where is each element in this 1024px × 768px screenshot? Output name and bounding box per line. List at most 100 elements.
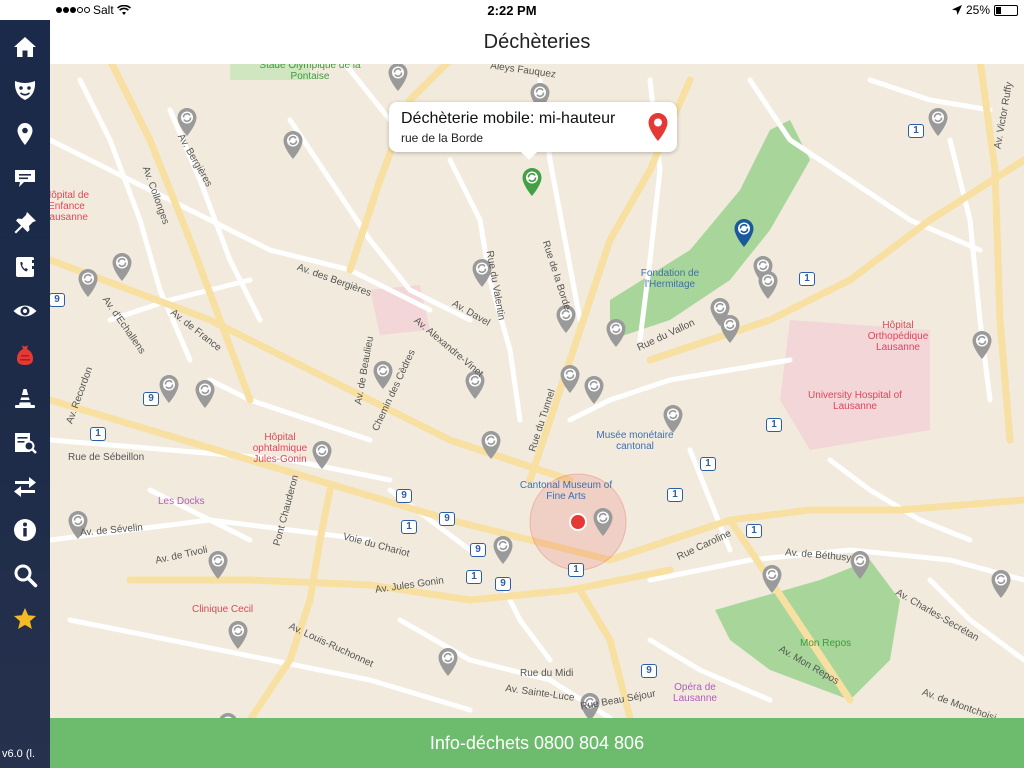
map-marker-icon [17, 123, 33, 145]
recycling-marker[interactable] [583, 375, 605, 410]
recycling-icon [228, 621, 248, 649]
recycling-marker[interactable] [719, 314, 741, 349]
poi-label-les-docks: Les Docks [158, 496, 205, 507]
bus-line-badge: 9 [50, 293, 65, 307]
document-search-icon [15, 433, 37, 454]
arrows-exchange-icon [14, 477, 36, 497]
pin-icon [14, 212, 36, 234]
recycling-marker[interactable] [849, 550, 871, 585]
recycling-icon [734, 219, 754, 247]
recycling-marker[interactable] [227, 620, 249, 655]
recycling-icon [758, 271, 778, 299]
location-arrow-icon [951, 5, 962, 15]
map-view[interactable]: Av. des Bergières Av. de France Rue du V… [50, 20, 1024, 718]
recycling-marker[interactable] [761, 564, 783, 599]
street-label: Rue de Sébeillon [68, 452, 145, 463]
sidebar-item-roadworks[interactable] [0, 381, 50, 417]
sidebar-item-places[interactable] [0, 116, 50, 152]
recycling-icon [208, 551, 228, 579]
info-waste-hotline-button[interactable]: Info-déchets 0800 804 806 [50, 718, 1024, 768]
status-time: 2:22 PM [487, 3, 537, 18]
sidebar-item-favorites[interactable] [0, 601, 50, 637]
recycling-icon [972, 331, 992, 359]
app-version: v6.0 (l. [2, 748, 36, 760]
page-title: Déchèteries [483, 30, 591, 53]
battery-percent: 25% [965, 3, 990, 17]
selected-recycling-marker[interactable] [521, 167, 543, 202]
bus-line-badge: 1 [746, 524, 762, 538]
bus-line-badge: 1 [667, 488, 683, 502]
status-bar: Salt 2:22 PM 25% [0, 0, 1024, 20]
poi-label-hermitage: Fondation de l'Hermitage [640, 268, 700, 290]
bus-line-badge: 9 [396, 489, 412, 503]
poi-label-clinique-cecil: Clinique Cecil [192, 604, 254, 615]
recycling-icon [438, 648, 458, 676]
sidebar-item-culture[interactable] [0, 72, 50, 108]
user-location-dot [569, 513, 587, 531]
recycling-marker[interactable] [111, 252, 133, 287]
speech-bubble-icon [15, 170, 35, 187]
recycling-marker[interactable] [282, 130, 304, 165]
recycling-icon [177, 108, 197, 136]
recycling-icon [283, 131, 303, 159]
phone-book-icon [16, 257, 35, 277]
sidebar-item-view[interactable] [0, 293, 50, 329]
recycling-marker[interactable] [592, 507, 614, 542]
sidebar-item-transfer[interactable] [0, 469, 50, 505]
info-icon [14, 519, 36, 541]
bus-line-badge: 9 [495, 577, 511, 591]
recycling-icon [522, 168, 542, 196]
recycling-marker[interactable] [77, 268, 99, 303]
bus-line-badge: 1 [908, 124, 924, 138]
traffic-cone-icon [15, 389, 35, 408]
recycling-marker[interactable] [158, 374, 180, 409]
recycling-icon [388, 63, 408, 91]
search-icon [14, 564, 38, 588]
recycling-marker[interactable] [387, 62, 409, 97]
recycling-icon [606, 319, 626, 347]
recycling-icon [195, 380, 215, 408]
recycling-marker[interactable] [990, 569, 1012, 604]
bus-line-badge: 9 [439, 512, 455, 526]
sidebar-item-directory[interactable] [0, 249, 50, 285]
bus-line-badge: 9 [641, 664, 657, 678]
recycling-marker[interactable] [480, 430, 502, 465]
poi-label-fine-arts-museum: Cantonal Museum of Fine Arts [519, 480, 613, 502]
recycling-marker[interactable] [492, 535, 514, 570]
recycling-icon [560, 365, 580, 393]
bus-line-badge: 9 [470, 543, 486, 557]
sidebar-item-documents[interactable] [0, 425, 50, 461]
recycling-marker[interactable] [757, 270, 779, 305]
recycling-icon [584, 376, 604, 404]
recycling-icon [78, 269, 98, 297]
sidebar-item-home[interactable] [0, 29, 50, 65]
recycling-marker[interactable] [207, 550, 229, 585]
sidebar-item-pins[interactable] [0, 205, 50, 241]
page-header: Déchèteries [50, 20, 1024, 64]
bus-line-badge: 1 [466, 570, 482, 584]
mobile-recycling-marker[interactable] [733, 218, 755, 253]
trash-bag-icon [17, 345, 33, 365]
recycling-marker[interactable] [437, 647, 459, 682]
street-label: Rue du Midi [520, 668, 574, 679]
sidebar-item-waste[interactable] [0, 337, 50, 373]
recycling-marker[interactable] [927, 107, 949, 142]
bus-line-badge: 1 [568, 563, 584, 577]
recycling-marker[interactable] [194, 379, 216, 414]
place-callout[interactable]: Déchèterie mobile: mi-hauteur rue de la … [389, 102, 677, 160]
recycling-marker[interactable] [971, 330, 993, 365]
callout-title: Déchèterie mobile: mi-hauteur [401, 110, 616, 127]
sidebar-item-search[interactable] [0, 557, 50, 593]
sidebar-item-info[interactable] [0, 512, 50, 548]
sidebar-item-messages[interactable] [0, 160, 50, 196]
bus-line-badge: 1 [90, 427, 106, 441]
bus-line-badge: 1 [766, 418, 782, 432]
directions-pin-icon[interactable] [647, 112, 669, 142]
recycling-marker[interactable] [605, 318, 627, 353]
recycling-icon [850, 551, 870, 579]
recycling-marker[interactable] [559, 364, 581, 399]
bus-line-badge: 1 [799, 272, 815, 286]
footer-label: Info-déchets 0800 804 806 [429, 732, 645, 753]
bus-line-badge: 1 [700, 457, 716, 471]
star-icon [14, 608, 36, 629]
